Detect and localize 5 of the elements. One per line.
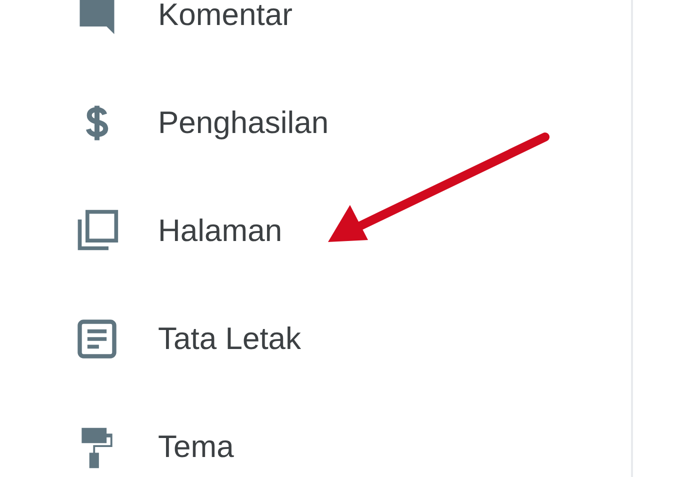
menu-item[interactable]: Komentar: [0, 0, 631, 69]
menu-item[interactable]: Tema: [0, 393, 631, 477]
menu-item[interactable]: Penghasilan: [0, 69, 631, 177]
menu-item[interactable]: Halaman: [0, 177, 631, 285]
menu-item[interactable]: Tata Letak: [0, 285, 631, 393]
